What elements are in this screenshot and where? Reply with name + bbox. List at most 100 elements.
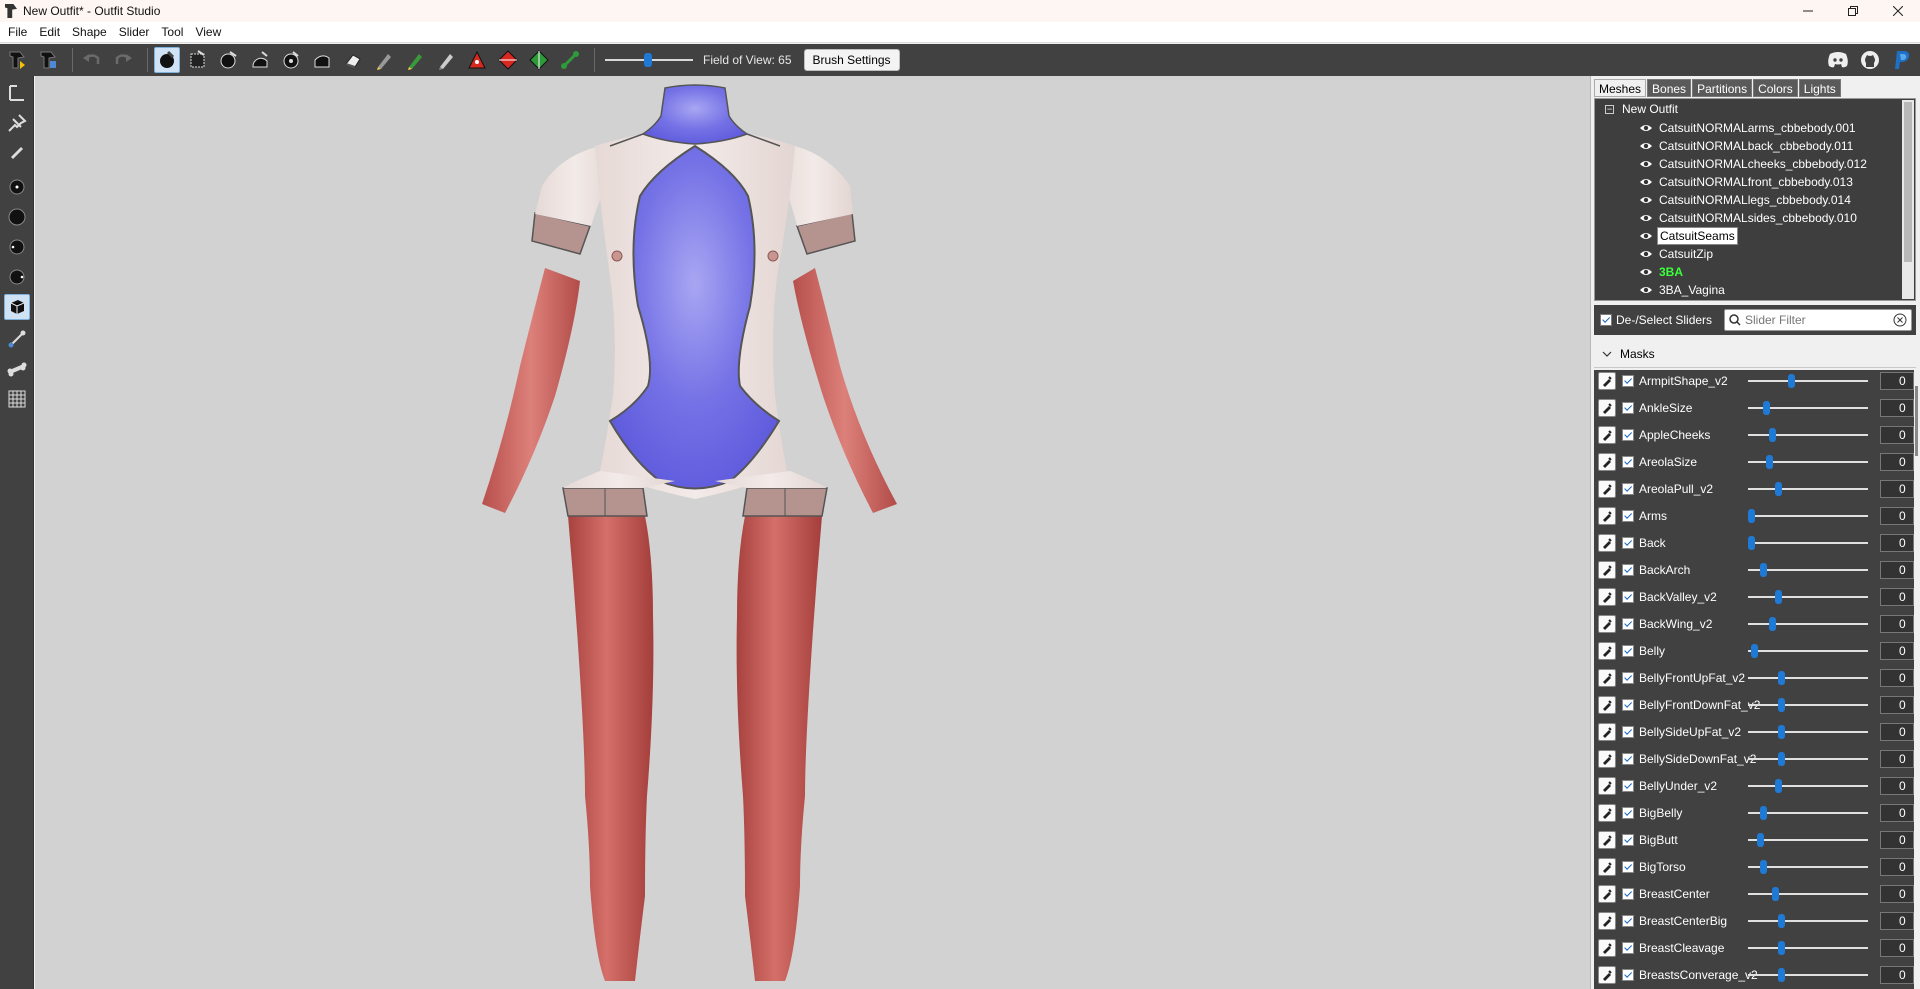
slider-track[interactable]	[1748, 704, 1868, 706]
edit-slider-icon[interactable]	[1598, 912, 1616, 930]
clear-filter-icon[interactable]	[1893, 313, 1907, 327]
tree-root[interactable]: − New Outfit	[1605, 102, 1678, 116]
slider-thumb[interactable]	[1760, 563, 1767, 577]
slider-value[interactable]: 0	[1880, 696, 1914, 714]
slider-checkbox[interactable]	[1622, 699, 1634, 711]
masks-header[interactable]: Masks	[1594, 340, 1916, 368]
brush-settings-button[interactable]: Brush Settings	[803, 49, 900, 71]
mesh-item[interactable]: CatsuitNORMALarms_cbbebody.001	[1639, 119, 1858, 137]
slider-thumb[interactable]	[1772, 887, 1779, 901]
slider-thumb[interactable]	[1748, 509, 1755, 523]
slider-checkbox[interactable]	[1622, 510, 1634, 522]
slider-thumb[interactable]	[1778, 914, 1785, 928]
slider-value[interactable]: 0	[1880, 399, 1914, 417]
load-project-icon[interactable]	[4, 47, 30, 73]
slider-checkbox[interactable]	[1622, 618, 1634, 630]
slider-checkbox[interactable]	[1622, 753, 1634, 765]
edit-slider-icon[interactable]	[1598, 939, 1616, 957]
eye-icon[interactable]	[1639, 177, 1653, 187]
slider-track[interactable]	[1748, 434, 1868, 436]
slider-value[interactable]: 0	[1880, 426, 1914, 444]
move-vertex-icon[interactable]	[557, 47, 583, 73]
edit-slider-icon[interactable]	[1598, 858, 1616, 876]
slider-thumb[interactable]	[1769, 428, 1776, 442]
edit-slider-icon[interactable]	[1598, 804, 1616, 822]
eye-icon[interactable]	[1639, 159, 1653, 169]
collapse-icon[interactable]: −	[1605, 104, 1614, 114]
slider-value[interactable]: 0	[1880, 831, 1914, 849]
slider-track[interactable]	[1748, 947, 1868, 949]
slider-thumb[interactable]	[1760, 806, 1767, 820]
pin-icon[interactable]	[4, 110, 30, 136]
slider-value[interactable]: 0	[1880, 669, 1914, 687]
transform-icon[interactable]	[185, 47, 211, 73]
tree-scrollbar[interactable]	[1902, 100, 1914, 299]
mesh-item[interactable]: 3BA	[1639, 263, 1685, 281]
menu-tool[interactable]: Tool	[155, 25, 189, 39]
slider-scrollbar[interactable]	[1914, 370, 1919, 989]
edit-slider-icon[interactable]	[1598, 561, 1616, 579]
edit-slider-icon[interactable]	[1598, 885, 1616, 903]
slider-value[interactable]: 0	[1880, 804, 1914, 822]
slider-checkbox[interactable]	[1622, 672, 1634, 684]
collapse-vertex-icon[interactable]	[464, 47, 490, 73]
slider-thumb[interactable]	[1778, 725, 1785, 739]
slider-track[interactable]	[1748, 596, 1868, 598]
redo-icon[interactable]	[110, 47, 136, 73]
slider-value[interactable]: 0	[1880, 534, 1914, 552]
mesh-item[interactable]: CatsuitZip	[1639, 245, 1715, 263]
slider-track[interactable]	[1748, 758, 1868, 760]
brush-xl-icon[interactable]	[4, 264, 30, 290]
slider-value[interactable]: 0	[1880, 777, 1914, 795]
slider-thumb[interactable]	[1769, 617, 1776, 631]
edit-slider-icon[interactable]	[1598, 750, 1616, 768]
alpha-brush-icon[interactable]	[433, 47, 459, 73]
restore-icon[interactable]	[1830, 0, 1875, 22]
slider-checkbox[interactable]	[1622, 537, 1634, 549]
slider-track[interactable]	[1748, 920, 1868, 922]
slider-thumb[interactable]	[1775, 779, 1782, 793]
slider-track[interactable]	[1748, 623, 1868, 625]
slider-thumb[interactable]	[1775, 482, 1782, 496]
close-icon[interactable]	[1875, 0, 1920, 22]
slider-thumb[interactable]	[1757, 833, 1764, 847]
edit-slider-icon[interactable]	[1598, 453, 1616, 471]
smooth-brush-icon[interactable]	[340, 47, 366, 73]
deflate-brush-icon[interactable]	[278, 47, 304, 73]
edit-slider-icon[interactable]	[1598, 642, 1616, 660]
eye-icon[interactable]	[1639, 195, 1653, 205]
checkbox-icon[interactable]	[1600, 314, 1612, 326]
eye-icon[interactable]	[1639, 123, 1653, 133]
slider-track[interactable]	[1748, 785, 1868, 787]
outfit-model[interactable]	[35, 76, 1590, 989]
slider-thumb[interactable]	[1766, 455, 1773, 469]
slider-thumb[interactable]	[1778, 752, 1785, 766]
slider-track[interactable]	[1748, 677, 1868, 679]
edit-slider-icon[interactable]	[1598, 696, 1616, 714]
slider-thumb[interactable]	[1787, 374, 1795, 388]
slider-thumb[interactable]	[1763, 401, 1770, 415]
slider-track[interactable]	[1748, 974, 1868, 976]
slider-checkbox[interactable]	[1622, 726, 1634, 738]
menu-file[interactable]: File	[2, 25, 33, 39]
slider-thumb[interactable]	[1778, 671, 1785, 685]
mesh-item[interactable]: CatsuitNORMALcheeks_cbbebody.012	[1639, 155, 1869, 173]
bone-tool-icon[interactable]	[4, 326, 30, 352]
fov-slider[interactable]	[605, 50, 693, 70]
select-brush-icon[interactable]	[154, 47, 180, 73]
eye-icon[interactable]	[1639, 213, 1653, 223]
edit-slider-icon[interactable]	[1598, 534, 1616, 552]
slider-value[interactable]: 0	[1880, 750, 1914, 768]
eye-icon[interactable]	[1639, 231, 1653, 241]
slider-filter-input[interactable]	[1745, 313, 1885, 327]
slider-value[interactable]: 0	[1880, 885, 1914, 903]
slider-checkbox[interactable]	[1622, 591, 1634, 603]
slider-value[interactable]: 0	[1880, 939, 1914, 957]
anchor-icon[interactable]	[4, 80, 30, 106]
menu-edit[interactable]: Edit	[33, 25, 66, 39]
slider-track[interactable]	[1748, 488, 1868, 490]
discord-icon[interactable]	[1826, 48, 1850, 72]
cube-view-icon[interactable]	[4, 294, 30, 320]
slider-track[interactable]	[1748, 731, 1868, 733]
pen-icon[interactable]	[4, 138, 30, 164]
